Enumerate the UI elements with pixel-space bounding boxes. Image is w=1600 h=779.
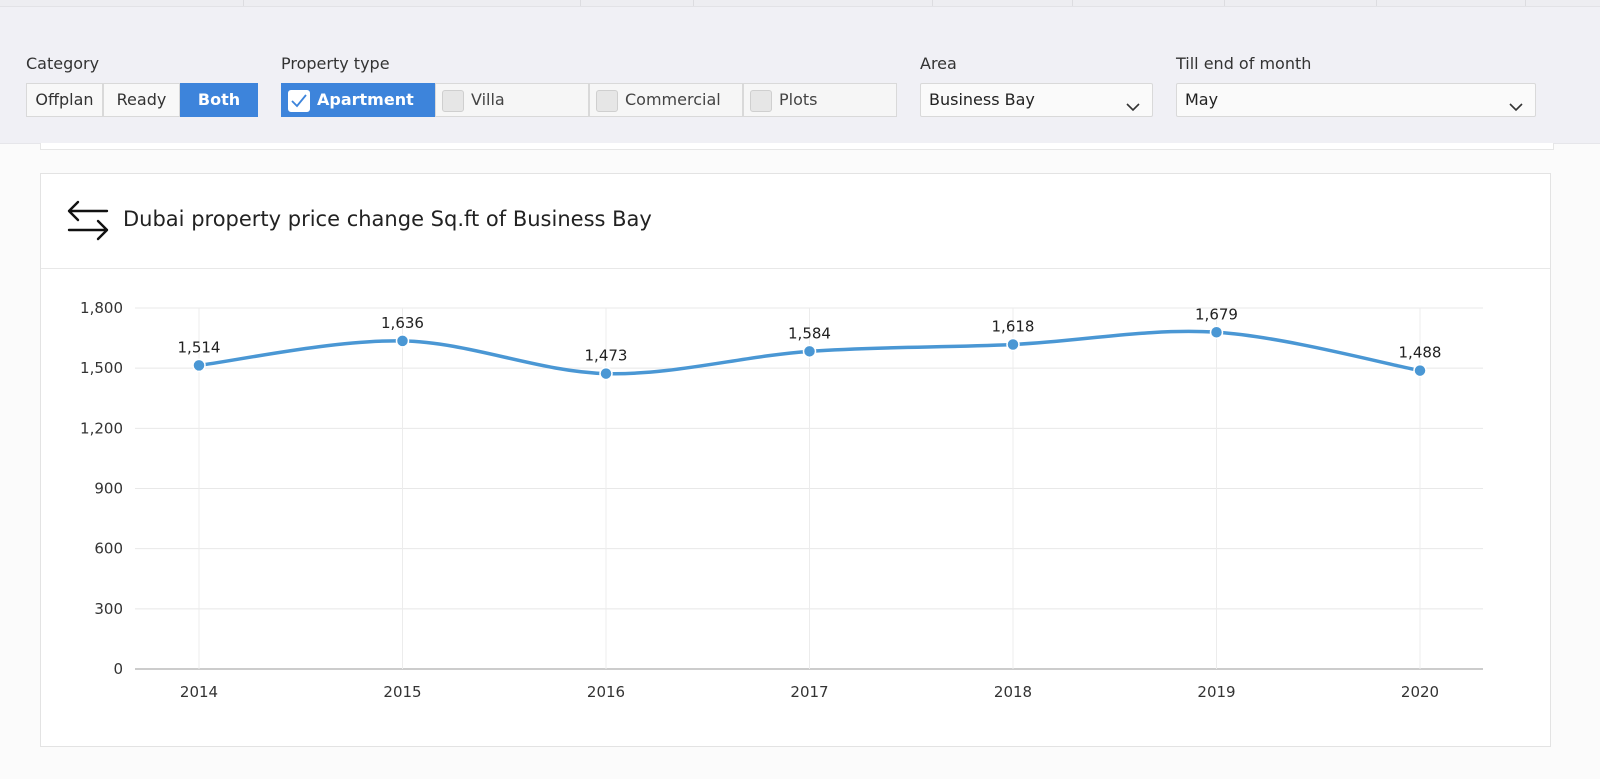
data-point	[1413, 363, 1427, 378]
data-point	[1209, 325, 1224, 340]
checkbox-icon	[442, 90, 464, 112]
y-tick-label: 300	[94, 600, 123, 618]
data-label: 1,679	[1195, 305, 1238, 323]
checkbox-checked-icon	[288, 90, 310, 112]
x-tick-label: 2020	[1401, 683, 1439, 701]
data-point	[802, 344, 817, 359]
property-type-plots-checkbox[interactable]: Plots	[743, 83, 897, 117]
data-label: 1,488	[1399, 344, 1442, 362]
x-tick-label: 2015	[383, 683, 421, 701]
checkbox-icon	[596, 90, 618, 112]
category-offplan-button[interactable]: Offplan	[26, 83, 103, 117]
commercial-label: Commercial	[625, 90, 721, 109]
month-select[interactable]: May	[1176, 83, 1536, 117]
property-type-villa-checkbox[interactable]: Villa	[435, 83, 589, 117]
category-label: Category	[26, 54, 100, 73]
villa-label: Villa	[471, 90, 505, 109]
plots-label: Plots	[779, 90, 818, 109]
data-point	[192, 358, 206, 373]
apartment-label: Apartment	[317, 90, 414, 109]
chevron-down-icon	[1509, 93, 1523, 125]
area-label: Area	[920, 54, 957, 73]
area-select-value: Business Bay	[929, 90, 1035, 109]
y-tick-label: 900	[94, 480, 123, 498]
month-label: Till end of month	[1176, 54, 1312, 73]
filter-bar: Category Offplan Ready Both Property typ…	[0, 7, 1600, 144]
x-tick-label: 2014	[180, 683, 218, 701]
x-tick-label: 2018	[994, 683, 1032, 701]
category-both-button[interactable]: Both	[180, 83, 258, 117]
data-point	[599, 366, 613, 381]
month-select-value: May	[1185, 90, 1219, 109]
y-tick-label: 1,200	[80, 419, 123, 437]
data-point	[1006, 337, 1020, 352]
data-label: 1,514	[178, 338, 221, 356]
area-select[interactable]: Business Bay	[920, 83, 1153, 117]
previous-card-edge	[40, 143, 1554, 150]
category-ready-button[interactable]: Ready	[103, 83, 180, 117]
y-tick-label: 1,500	[80, 359, 123, 377]
price-change-card: Dubai property price change Sq.ft of Bus…	[40, 173, 1551, 747]
x-tick-label: 2019	[1197, 683, 1235, 701]
x-tick-label: 2016	[587, 683, 625, 701]
data-label: 1,473	[585, 347, 628, 365]
chevron-down-icon	[1126, 93, 1140, 125]
data-label: 1,618	[992, 318, 1035, 336]
data-point	[395, 334, 410, 348]
y-tick-label: 600	[94, 540, 123, 558]
data-label: 1,636	[381, 314, 424, 332]
x-tick-label: 2017	[790, 683, 828, 701]
data-label: 1,584	[788, 324, 831, 342]
top-tab-strip	[0, 0, 1600, 7]
y-tick-label: 0	[113, 660, 123, 678]
property-type-commercial-checkbox[interactable]: Commercial	[589, 83, 743, 117]
checkbox-icon	[750, 90, 772, 112]
price-line-chart: 0 300 600 900 1,200 1,500 1,800 2014 2015 2016 201…	[80, 299, 1483, 701]
property-type-label: Property type	[281, 54, 390, 73]
y-tick-label: 1,800	[80, 299, 123, 317]
property-type-apartment-checkbox[interactable]: Apartment	[281, 83, 435, 117]
